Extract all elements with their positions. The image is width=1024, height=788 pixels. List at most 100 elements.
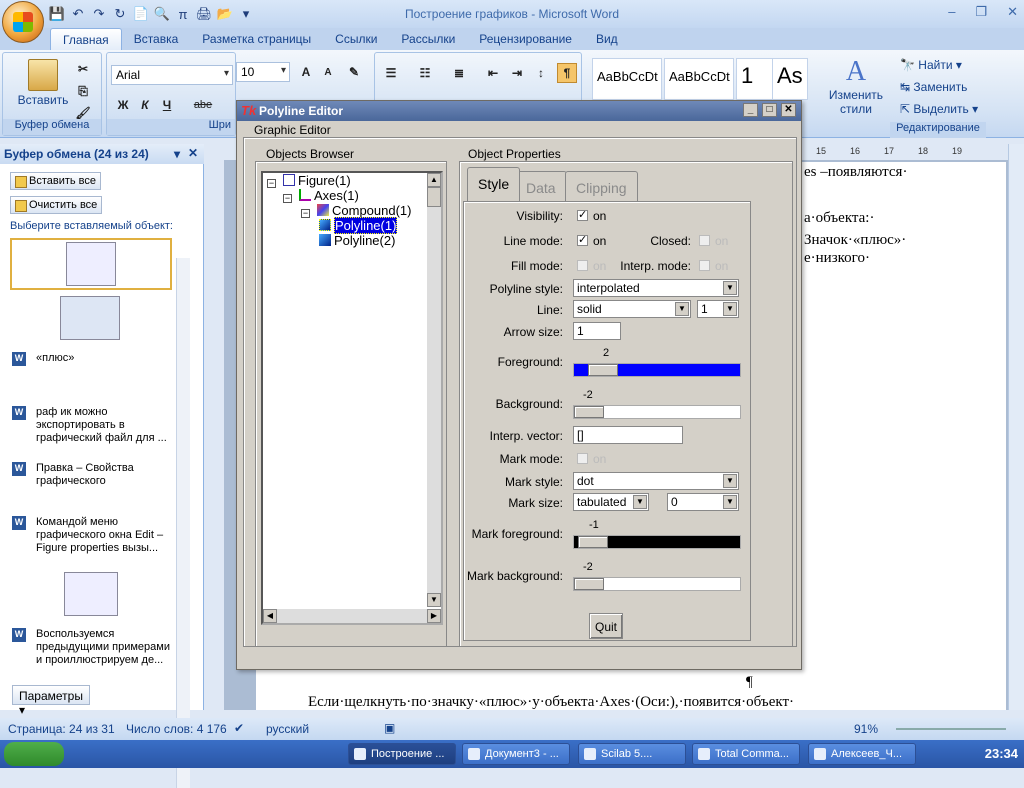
zoom-slider[interactable]: [896, 728, 1006, 730]
pane-scrollbar[interactable]: [176, 258, 190, 788]
numbering-icon[interactable]: ☷: [415, 63, 435, 83]
tab-style[interactable]: Style: [467, 167, 521, 201]
scroll-thumb[interactable]: [427, 187, 441, 207]
foreground-slider-knob[interactable]: [588, 364, 618, 376]
scroll-down-icon[interactable]: ▼: [427, 593, 441, 607]
macro-icon[interactable]: ▣: [384, 721, 395, 735]
underline-button[interactable]: Ч: [157, 95, 177, 115]
start-button[interactable]: [4, 742, 64, 766]
mark-size-select[interactable]: 0 ▼: [667, 493, 739, 511]
grow-font-icon[interactable]: A: [296, 62, 316, 82]
visibility-checkbox[interactable]: ✓: [577, 210, 588, 221]
editor-maximize-button[interactable]: □: [762, 103, 777, 117]
scroll-left-icon[interactable]: ◀: [263, 609, 277, 623]
tab-data[interactable]: Data: [515, 171, 567, 201]
tree-hscroll[interactable]: ◀ ▶: [263, 609, 441, 623]
taskbar-item-scilab[interactable]: Scilab 5....: [578, 743, 686, 765]
editor-close-button[interactable]: ✕: [781, 103, 796, 117]
line-mode-checkbox[interactable]: ✓: [577, 235, 588, 246]
editor-minimize-button[interactable]: _: [743, 103, 758, 117]
close-button[interactable]: ✕: [1007, 4, 1018, 20]
proofing-icon[interactable]: ✔: [234, 721, 244, 735]
foreground-slider[interactable]: [573, 363, 741, 377]
style-heading1[interactable]: 1: [736, 58, 776, 100]
tree-node-axes[interactable]: Axes(1): [299, 188, 359, 203]
style-heading2[interactable]: As: [772, 58, 808, 100]
clipboard-item[interactable]: W «плюс»: [12, 352, 172, 366]
clipboard-item[interactable]: W Воспользуемся предыдущими примерами и п…: [12, 628, 172, 667]
style-no-spacing[interactable]: AaBbCcDt: [664, 58, 734, 100]
closed-checkbox[interactable]: [699, 235, 710, 246]
tab-home[interactable]: Главная: [50, 28, 122, 50]
clear-all-button[interactable]: Очистить все: [10, 196, 103, 214]
italic-button[interactable]: К: [135, 95, 155, 115]
taskbar-item-totalcmd[interactable]: Total Comma...: [692, 743, 800, 765]
word-count[interactable]: Число слов: 4 176: [126, 722, 227, 736]
decrease-indent-icon[interactable]: ⇤: [483, 63, 503, 83]
mark-foreground-slider[interactable]: [573, 535, 741, 549]
mark-mode-checkbox[interactable]: [577, 453, 588, 464]
scroll-up-icon[interactable]: ▲: [427, 173, 441, 187]
arrow-size-input[interactable]: 1: [573, 322, 621, 340]
zoom-level[interactable]: 91%: [854, 722, 878, 736]
tree-node-polyline2[interactable]: Polyline(2): [319, 233, 395, 248]
increase-indent-icon[interactable]: ⇥: [507, 63, 527, 83]
line-width-select[interactable]: 1 ▼: [697, 300, 739, 318]
find-button[interactable]: 🔭 Найти ▾: [900, 58, 962, 72]
fill-mode-checkbox[interactable]: [577, 260, 588, 271]
mark-background-slider-knob[interactable]: [574, 578, 604, 590]
mark-foreground-slider-knob[interactable]: [578, 536, 608, 548]
collapse-toggle[interactable]: −: [283, 194, 292, 203]
mark-background-slider[interactable]: [573, 577, 741, 591]
tree-node-polyline1[interactable]: Polyline(1): [319, 217, 398, 234]
clipboard-thumbnail-3[interactable]: [64, 572, 118, 616]
options-button[interactable]: Параметры ▾: [12, 685, 90, 717]
language[interactable]: русский: [266, 722, 309, 736]
font-size-combo[interactable]: 10: [236, 62, 290, 82]
strikethrough-button[interactable]: abe: [193, 95, 213, 115]
objects-tree[interactable]: − Figure(1) − Axes(1) − Compound(1) Poly…: [261, 171, 443, 625]
line-style-select[interactable]: solid ▼: [573, 300, 691, 318]
taskbar-item-doc3[interactable]: Документ3 - ...: [462, 743, 570, 765]
mark-style-select[interactable]: dot ▼: [573, 472, 739, 490]
interp-vector-input[interactable]: []: [573, 426, 683, 444]
page-count[interactable]: Страница: 24 из 31: [8, 722, 115, 736]
shrink-font-icon[interactable]: A: [318, 62, 338, 82]
style-normal[interactable]: AaBbCcDt: [592, 58, 662, 100]
copy-icon[interactable]: ⎘: [73, 81, 93, 101]
tab-review[interactable]: Рецензирование: [467, 28, 584, 50]
tab-clipping[interactable]: Clipping: [565, 171, 638, 201]
tab-view[interactable]: Вид: [584, 28, 630, 50]
tab-insert[interactable]: Вставка: [122, 28, 191, 50]
scroll-right-icon[interactable]: ▶: [427, 609, 441, 623]
tree-vscroll[interactable]: ▲ ▼: [427, 173, 441, 607]
collapse-toggle[interactable]: −: [301, 209, 310, 218]
paste-all-button[interactable]: Вставить все: [10, 172, 102, 190]
close-pane-icon[interactable]: ✕: [188, 146, 198, 160]
collapse-toggle[interactable]: −: [267, 179, 276, 188]
clipboard-item[interactable]: W Командой меню графического окна Edit – …: [12, 516, 172, 555]
select-button[interactable]: ⇱ Выделить ▾: [900, 102, 978, 116]
minimize-button[interactable]: –: [948, 4, 955, 20]
font-name-combo[interactable]: Arial: [111, 65, 233, 85]
paste-button[interactable]: Вставить: [15, 59, 71, 115]
show-marks-icon[interactable]: ¶: [557, 63, 577, 83]
quit-button[interactable]: Quit: [589, 613, 623, 639]
replace-button[interactable]: ↹ Заменить: [900, 80, 967, 94]
maximize-button[interactable]: ❐: [975, 4, 987, 20]
bullets-icon[interactable]: ☰: [381, 63, 401, 83]
clipboard-item[interactable]: W Правка – Свойства графического: [12, 462, 172, 488]
clipboard-item[interactable]: Wраф ик можно экспортировать в графическ…: [12, 406, 172, 445]
bold-button[interactable]: Ж: [113, 95, 133, 115]
sort-icon[interactable]: ↕: [531, 63, 551, 83]
tree-node-compound[interactable]: Compound(1): [317, 203, 412, 218]
background-slider-knob[interactable]: [574, 406, 604, 418]
clear-format-icon[interactable]: ✎: [344, 62, 364, 82]
cut-icon[interactable]: ✂: [73, 59, 93, 79]
background-slider[interactable]: [573, 405, 741, 419]
taskbar-item-word[interactable]: Построение ...: [348, 743, 456, 765]
document-scrollbar[interactable]: [1008, 144, 1024, 710]
clipboard-item-selected[interactable]: [10, 238, 172, 290]
pane-options-icon[interactable]: ▾: [174, 147, 180, 161]
tab-mailings[interactable]: Рассылки: [389, 28, 467, 50]
